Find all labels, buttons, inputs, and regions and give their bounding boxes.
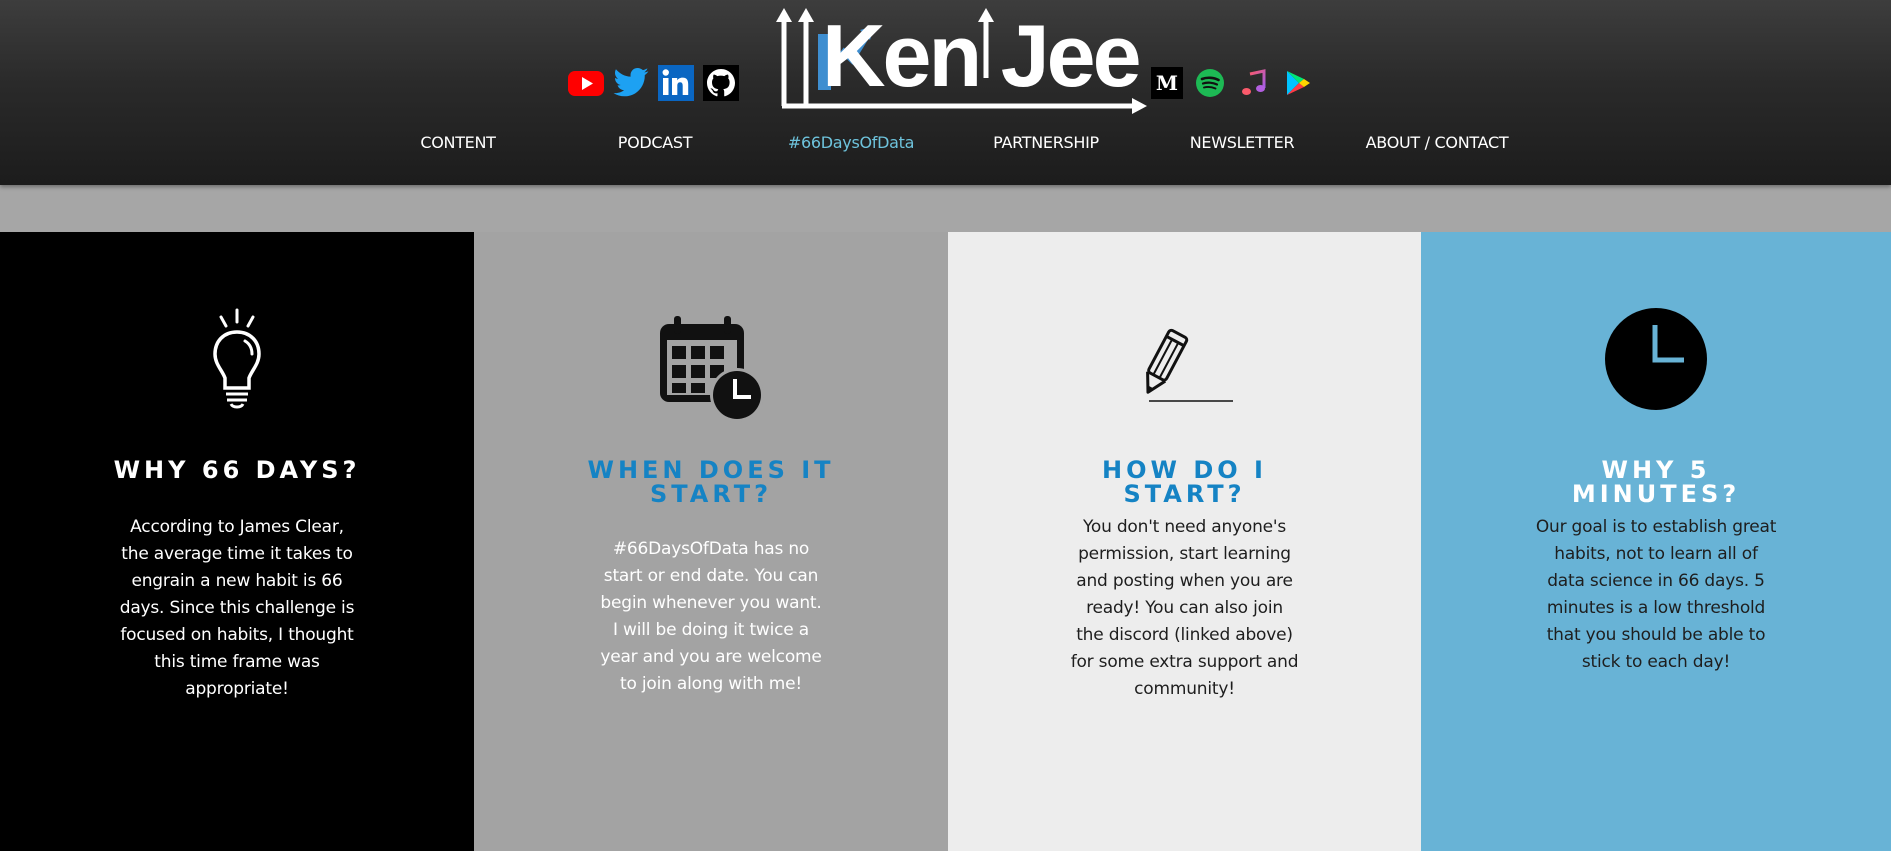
when-does-it-start-panel: WHEN DOES IT START? #66DaysOfData has no… (474, 232, 948, 851)
twitter-icon[interactable] (612, 64, 650, 102)
how-do-i-start-panel: HOW DO I START? You don't need anyone's … (948, 232, 1421, 851)
linkedin-icon[interactable] (657, 64, 695, 102)
nav-66daysofdata[interactable]: #66DaysOfData (788, 133, 915, 152)
google-play-icon[interactable] (1281, 64, 1315, 102)
lightbulb-icon (207, 308, 267, 414)
social-links-left (567, 64, 740, 102)
main-nav: CONTENT PODCAST #66DaysOfData PARTNERSHI… (0, 133, 1891, 157)
panel-text: #66DaysOfData has no start or end date. … (600, 539, 822, 694)
social-links-right: M (1151, 64, 1315, 102)
panel-text: Our goal is to establish great habits, n… (1535, 517, 1777, 672)
nav-podcast[interactable]: PODCAST (618, 133, 693, 152)
nav-content[interactable]: CONTENT (420, 133, 496, 152)
panel-title: WHY 66 DAYS? (113, 456, 361, 484)
panel-text: According to James Clear, the average ti… (119, 517, 355, 699)
panel-title: WHEN DOES IT START? (587, 456, 835, 508)
calendar-clock-icon (658, 316, 764, 426)
spotify-icon[interactable] (1193, 64, 1227, 102)
panel-text: You don't need anyone's permission, star… (1070, 517, 1299, 699)
nav-partnership[interactable]: PARTNERSHIP (993, 133, 1099, 152)
pencil-icon (1135, 326, 1235, 410)
apple-music-icon[interactable] (1237, 64, 1271, 102)
why-66-days-panel: WHY 66 DAYS? According to James Clear, t… (0, 232, 474, 851)
youtube-icon[interactable] (567, 64, 605, 102)
info-columns: WHY 66 DAYS? According to James Clear, t… (0, 232, 1891, 851)
logo-text: Ken Jee (822, 6, 1142, 105)
medium-icon[interactable]: M (1151, 64, 1183, 102)
nav-about-contact[interactable]: ABOUT / CONTACT (1366, 133, 1509, 152)
svg-text:M: M (1156, 71, 1178, 95)
why-5-minutes-panel: WHY 5 MINUTES? Our goal is to establish … (1421, 232, 1891, 851)
site-header: Ken Jee M CONTENT PODCAST #66DaysOfData … (0, 0, 1891, 185)
github-icon[interactable] (702, 64, 740, 102)
clock-icon (1604, 307, 1708, 415)
logo[interactable]: Ken Jee (776, 6, 1148, 114)
panel-title: HOW DO I START? (1102, 456, 1267, 508)
nav-newsletter[interactable]: NEWSLETTER (1190, 133, 1295, 152)
panel-title: WHY 5 MINUTES? (1571, 456, 1741, 508)
